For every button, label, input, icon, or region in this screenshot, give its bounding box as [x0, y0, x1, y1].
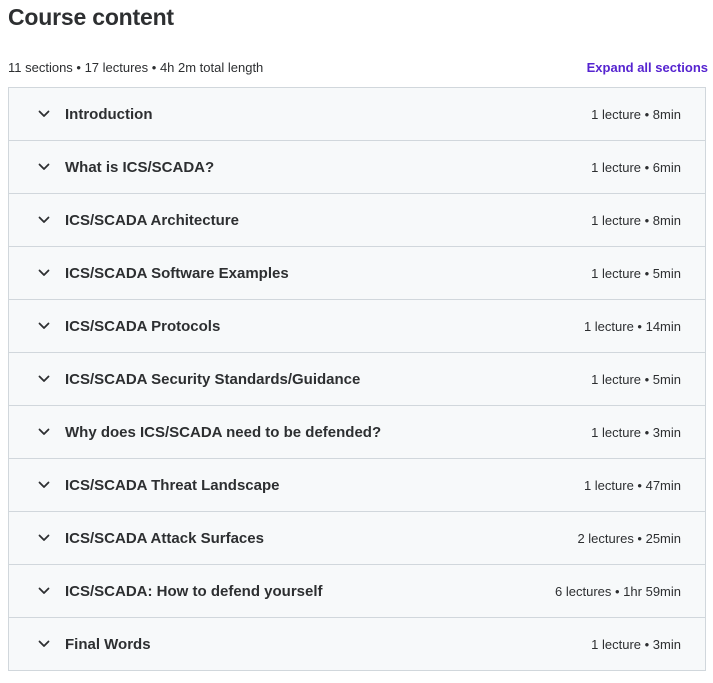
chevron-down-icon [37, 478, 51, 492]
section-row-introduction[interactable]: Introduction 1 lecture • 8min [9, 88, 705, 141]
section-title: ICS/SCADA Architecture [65, 211, 239, 229]
section-meta: 1 lecture • 3min [591, 424, 681, 440]
page-title: Course content [8, 4, 174, 30]
chevron-down-icon [37, 319, 51, 333]
chevron-down-icon [37, 584, 51, 598]
section-title: Why does ICS/SCADA need to be defended? [65, 423, 382, 441]
section-row-why-defend[interactable]: Why does ICS/SCADA need to be defended? … [9, 406, 705, 459]
chevron-down-icon [37, 531, 51, 545]
section-title: ICS/SCADA Security Standards/Guidance [65, 370, 361, 388]
chevron-down-icon [37, 637, 51, 651]
course-summary-row: 11 sections • 17 lectures • 4h 2m total … [8, 57, 708, 77]
section-title: ICS/SCADA Threat Landscape [65, 476, 280, 494]
chevron-down-icon [37, 160, 51, 174]
section-row-threat-landscape[interactable]: ICS/SCADA Threat Landscape 1 lecture • 4… [9, 459, 705, 512]
sections-list: Introduction 1 lecture • 8min What is IC… [8, 87, 706, 671]
section-meta: 1 lecture • 3min [591, 636, 681, 652]
section-title: ICS/SCADA Attack Surfaces [65, 529, 264, 547]
chevron-down-icon [37, 372, 51, 386]
section-title: Introduction [65, 105, 153, 123]
section-meta: 1 lecture • 6min [591, 159, 681, 175]
section-meta: 6 lectures • 1hr 59min [555, 583, 681, 599]
expand-all-sections-button[interactable]: Expand all sections [587, 60, 708, 75]
section-meta: 1 lecture • 47min [583, 477, 681, 493]
section-row-what-is-ics-scada[interactable]: What is ICS/SCADA? 1 lecture • 6min [9, 141, 705, 194]
section-meta: 2 lectures • 25min [577, 530, 681, 546]
section-title: Final Words [65, 635, 151, 653]
section-row-software-examples[interactable]: ICS/SCADA Software Examples 1 lecture • … [9, 247, 705, 300]
course-summary: 11 sections • 17 lectures • 4h 2m total … [8, 59, 264, 75]
section-row-protocols[interactable]: ICS/SCADA Protocols 1 lecture • 14min [9, 300, 705, 353]
section-title: ICS/SCADA Software Examples [65, 264, 289, 282]
chevron-down-icon [37, 213, 51, 227]
chevron-down-icon [37, 107, 51, 121]
chevron-down-icon [37, 425, 51, 439]
section-row-final-words[interactable]: Final Words 1 lecture • 3min [9, 618, 705, 670]
section-title: What is ICS/SCADA? [65, 158, 215, 176]
section-row-security-standards[interactable]: ICS/SCADA Security Standards/Guidance 1 … [9, 353, 705, 406]
section-meta: 1 lecture • 8min [591, 212, 681, 228]
section-meta: 1 lecture • 8min [591, 106, 681, 122]
section-meta: 1 lecture • 5min [591, 371, 681, 387]
section-title: ICS/SCADA: How to defend yourself [65, 582, 323, 600]
section-row-how-to-defend[interactable]: ICS/SCADA: How to defend yourself 6 lect… [9, 565, 705, 618]
section-meta: 1 lecture • 14min [583, 318, 681, 334]
section-meta: 1 lecture • 5min [591, 265, 681, 281]
section-row-attack-surfaces[interactable]: ICS/SCADA Attack Surfaces 2 lectures • 2… [9, 512, 705, 565]
section-row-architecture[interactable]: ICS/SCADA Architecture 1 lecture • 8min [9, 194, 705, 247]
section-title: ICS/SCADA Protocols [65, 317, 221, 335]
chevron-down-icon [37, 266, 51, 280]
